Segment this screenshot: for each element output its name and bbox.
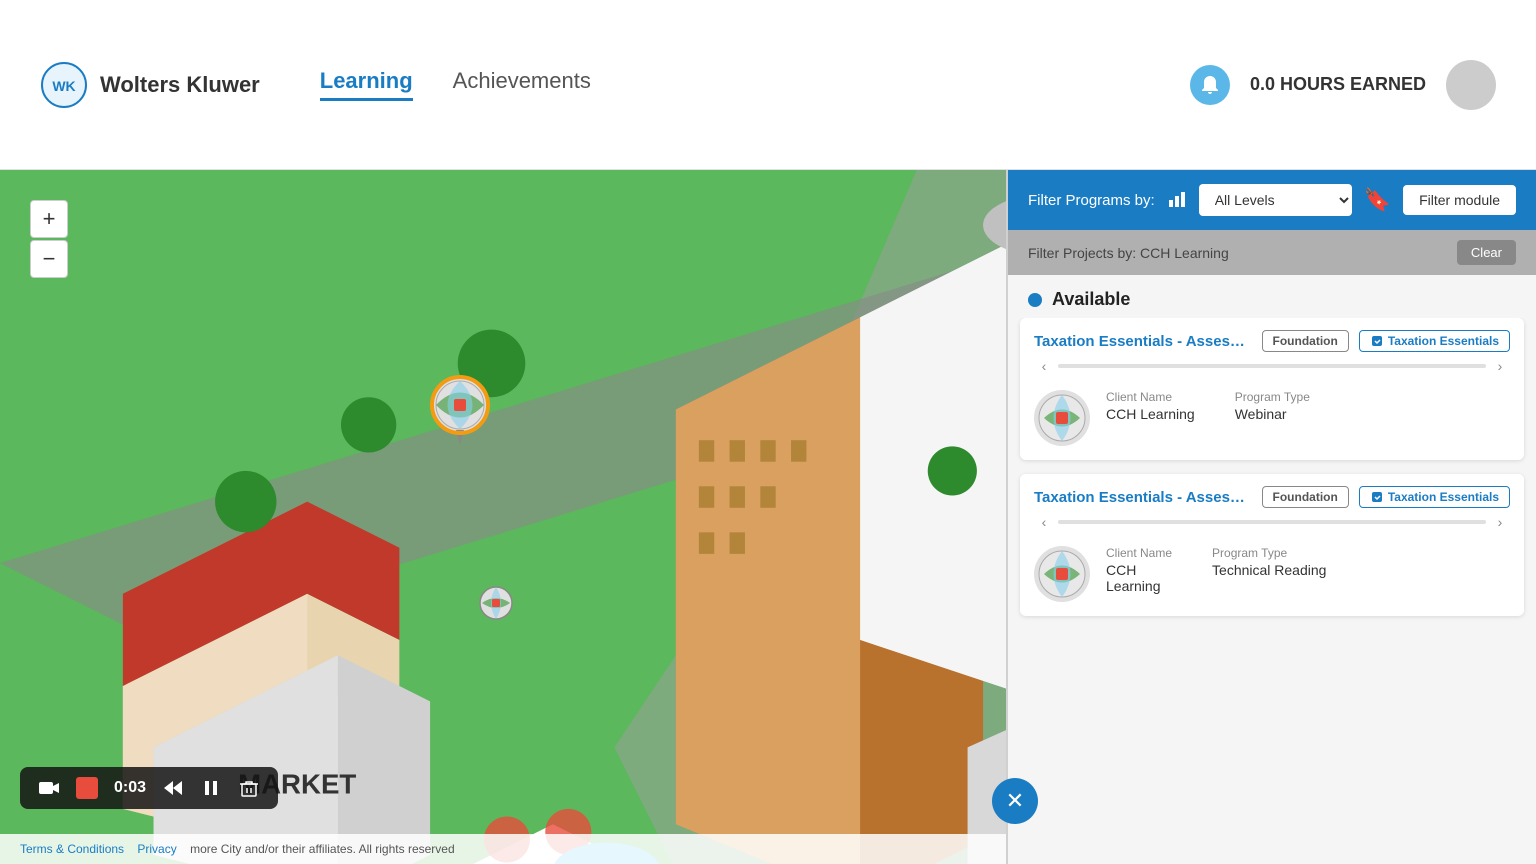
rewind-button[interactable] xyxy=(162,777,184,799)
trash-button[interactable] xyxy=(238,777,260,799)
hours-value: 0.0 xyxy=(1250,74,1275,94)
filter-programs-label: Filter Programs by: xyxy=(1028,192,1155,209)
header: WK Wolters Kluwer Learning Achievements … xyxy=(0,0,1536,170)
close-panel-area: ✕ xyxy=(992,778,1038,824)
card-1-scroll-right[interactable]: › xyxy=(1490,356,1510,376)
cards-container: Taxation Essentials - Assessab... Founda… xyxy=(1008,318,1536,852)
logo-text: Wolters Kluwer xyxy=(100,72,260,98)
card-2-header: Taxation Essentials - Assessab... Founda… xyxy=(1020,474,1524,508)
card-1-tag-taxation[interactable]: Taxation Essentials xyxy=(1359,330,1510,352)
card-2-body: Client Name CCH Learning Program Type Te… xyxy=(1020,536,1524,602)
logo-area: WK Wolters Kluwer xyxy=(40,61,260,109)
card-1-header: Taxation Essentials - Assessab... Founda… xyxy=(1020,318,1524,352)
card-2-info: Client Name CCH Learning Program Type Te… xyxy=(1106,546,1510,594)
building-globe xyxy=(478,585,514,621)
card-1-tag2-label: Taxation Essentials xyxy=(1388,334,1499,348)
nav-achievements[interactable]: Achievements xyxy=(453,68,591,101)
card-2-scroll-left[interactable]: ‹ xyxy=(1034,512,1054,532)
stop-record-button[interactable] xyxy=(76,777,98,799)
card-1-tag-foundation[interactable]: Foundation xyxy=(1262,330,1349,352)
camera-button[interactable] xyxy=(38,777,60,799)
card-2-program-type-label: Program Type xyxy=(1212,546,1326,560)
user-avatar[interactable] xyxy=(1446,60,1496,110)
recording-timer: 0:03 xyxy=(114,779,146,797)
card-1-scroll-track xyxy=(1058,364,1486,368)
notification-icon[interactable] xyxy=(1190,65,1230,105)
main-content: MARKET xyxy=(0,170,1536,864)
card-1: Taxation Essentials - Assessab... Founda… xyxy=(1020,318,1524,460)
card-2-program-type-value: Technical Reading xyxy=(1212,562,1326,578)
card-1-client-name-group: Client Name CCH Learning xyxy=(1106,390,1195,422)
levels-filter-select[interactable]: All Levels xyxy=(1199,184,1352,216)
card-2-client-name-label: Client Name xyxy=(1106,546,1172,560)
card-2-scroll-nav: ‹ › xyxy=(1020,508,1524,536)
available-label: Available xyxy=(1052,289,1130,310)
bookmark-icon[interactable]: 🔖 xyxy=(1364,187,1391,213)
close-panel-button[interactable]: ✕ xyxy=(992,778,1038,824)
copyright-text: more City and/or their affiliates. All r… xyxy=(190,842,455,856)
map-controls: + − xyxy=(30,200,68,278)
card-2-avatar xyxy=(1034,546,1090,602)
card-2: Taxation Essentials - Assessab... Founda… xyxy=(1020,474,1524,616)
filter-programs-bar: Filter Programs by: All Levels 🔖 Filter … xyxy=(1008,170,1536,230)
card-1-client-name-label: Client Name xyxy=(1106,390,1195,404)
card-2-tag-foundation[interactable]: Foundation xyxy=(1262,486,1349,508)
hours-earned: 0.0 HOURS EARNED xyxy=(1250,74,1426,95)
main-nav: Learning Achievements xyxy=(320,68,1190,101)
card-1-scroll-nav: ‹ › xyxy=(1020,352,1524,380)
right-panel: Filter Programs by: All Levels 🔖 Filter … xyxy=(1006,170,1536,864)
bar-chart-icon xyxy=(1167,188,1187,213)
card-2-client-name-group: Client Name CCH Learning xyxy=(1106,546,1172,594)
recording-bar: 0:03 xyxy=(20,767,278,809)
privacy-link[interactable]: Privacy xyxy=(137,842,176,856)
card-2-program-type-group: Program Type Technical Reading xyxy=(1212,546,1326,594)
card-1-avatar xyxy=(1034,390,1090,446)
map-pin[interactable] xyxy=(420,370,500,450)
nav-learning[interactable]: Learning xyxy=(320,68,413,101)
card-1-scroll-left[interactable]: ‹ xyxy=(1034,356,1054,376)
available-section: Available xyxy=(1008,275,1536,318)
card-2-scroll-right[interactable]: › xyxy=(1490,512,1510,532)
hours-label: HOURS EARNED xyxy=(1280,74,1426,94)
card-2-tag2-label: Taxation Essentials xyxy=(1388,490,1499,504)
clear-filter-button[interactable]: Clear xyxy=(1457,240,1516,265)
card-1-program-type-group: Program Type Webinar xyxy=(1235,390,1310,422)
card-1-body: Client Name CCH Learning Program Type We… xyxy=(1020,380,1524,446)
card-1-info: Client Name CCH Learning Program Type We… xyxy=(1106,390,1510,422)
header-right: 0.0 HOURS EARNED xyxy=(1190,60,1496,110)
card-2-scroll-track xyxy=(1058,520,1486,524)
card-1-client-name-value: CCH Learning xyxy=(1106,406,1195,422)
card-1-program-type-value: Webinar xyxy=(1235,406,1310,422)
filter-projects-label: Filter Projects by: CCH Learning xyxy=(1028,245,1229,261)
terms-link[interactable]: Terms & Conditions xyxy=(20,842,124,856)
available-dot xyxy=(1028,293,1042,307)
wk-logo-icon: WK xyxy=(40,61,88,109)
svg-text:WK: WK xyxy=(52,78,75,94)
filter-module-button[interactable]: Filter module xyxy=(1403,185,1516,215)
zoom-out-button[interactable]: − xyxy=(30,240,68,278)
zoom-in-button[interactable]: + xyxy=(30,200,68,238)
card-2-tag-taxation[interactable]: Taxation Essentials xyxy=(1359,486,1510,508)
card-2-title[interactable]: Taxation Essentials - Assessab... xyxy=(1034,489,1252,506)
card-1-title[interactable]: Taxation Essentials - Assessab... xyxy=(1034,333,1252,350)
card-1-program-type-label: Program Type xyxy=(1235,390,1310,404)
filter-projects-bar: Filter Projects by: CCH Learning Clear xyxy=(1008,230,1536,275)
stop-icon xyxy=(76,777,98,799)
pause-button[interactable] xyxy=(200,777,222,799)
card-2-client-name-value: CCH Learning xyxy=(1106,562,1172,594)
